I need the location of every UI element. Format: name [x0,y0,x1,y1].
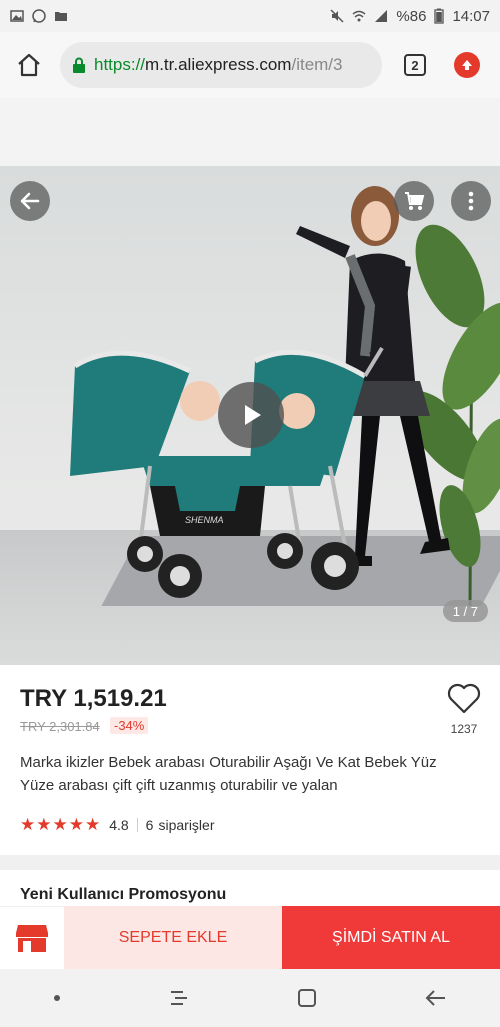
wishlist-button[interactable]: 1237 [444,683,484,736]
orders-label: siparişler [158,817,215,833]
orders-count: 6 [145,817,154,833]
home-icon [18,53,40,77]
folder-notification-icon [55,12,67,21]
lock-icon [73,57,85,73]
arrow-left-icon [20,192,40,210]
purchase-action-bar: SEPETE EKLE ŞİMDİ SATIN AL [0,906,500,969]
product-info: TRY 1,519.21 TRY 2,301.84 -34% 1237 Mark… [0,665,500,855]
wifi-icon [352,10,366,22]
rating-divider [136,818,138,832]
clock: 14:07 [452,7,490,25]
more-options-button[interactable] [451,181,491,221]
heart-icon [447,683,481,714]
status-bar: %86 14:07 [0,0,500,32]
wishlist-count: 1237 [450,722,478,736]
product-gallery[interactable]: SHENMA 1 / 7 [0,166,500,665]
discount-badge: -34% [110,717,149,734]
system-navigation-bar [0,969,500,1027]
section-separator [0,855,500,870]
url-bar[interactable]: https://m.tr.aliexpress.com/item/3 [60,42,382,88]
back-arrow-icon[interactable] [424,986,448,1010]
page-top-spacer [0,98,500,166]
promo-title[interactable]: Yeni Kullanıcı Promosyonu [20,886,226,904]
recent-apps-icon[interactable] [167,986,191,1010]
buy-now-button[interactable]: ŞİMDİ SATIN AL [282,906,500,969]
add-to-cart-button[interactable]: SEPETE EKLE [64,906,282,969]
stroller-illustration: SHENMA [70,346,384,598]
product-title: Marka ikizler Bebek arabası Oturabilir A… [20,754,437,794]
store-icon [16,925,48,952]
browser-update-button[interactable] [454,52,480,78]
store-button[interactable] [0,906,64,969]
tab-switcher-button[interactable]: 2 [404,54,426,76]
dot-icon[interactable] [52,993,62,1003]
whatsapp-notification-icon [32,9,46,23]
url-scheme: https:// [94,55,146,74]
more-vertical-icon [468,191,474,211]
rating-row[interactable]: ★★★★★ 4.8 6 siparişler [20,815,214,835]
gallery-counter: 1 / 7 [442,600,488,622]
url-path: /item/3 [291,55,343,74]
mute-icon [330,9,344,23]
cart-button[interactable] [394,181,434,221]
battery-percent: %86 [396,7,427,25]
back-button[interactable] [10,181,50,221]
battery-icon [434,8,445,24]
rating-stars: ★★★★★ [20,815,102,834]
rating-value: 4.8 [109,817,129,833]
shopping-cart-icon [405,192,425,210]
play-icon [245,405,261,425]
gallery-notification-icon [10,10,24,22]
original-price: TRY 2,301.84 [20,719,100,734]
signal-icon [375,10,388,22]
url-host: m.tr.aliexpress.com [145,55,292,74]
browser-toolbar: https://m.tr.aliexpress.com/item/3 2 [0,32,500,98]
stroller-brand-label: SHENMA [185,515,224,525]
home-button[interactable] [12,48,46,82]
home-square-icon[interactable] [295,986,319,1010]
play-video-button[interactable] [218,382,284,448]
arrow-up-icon [462,60,472,70]
current-price: TRY 1,519.21 [20,685,167,712]
